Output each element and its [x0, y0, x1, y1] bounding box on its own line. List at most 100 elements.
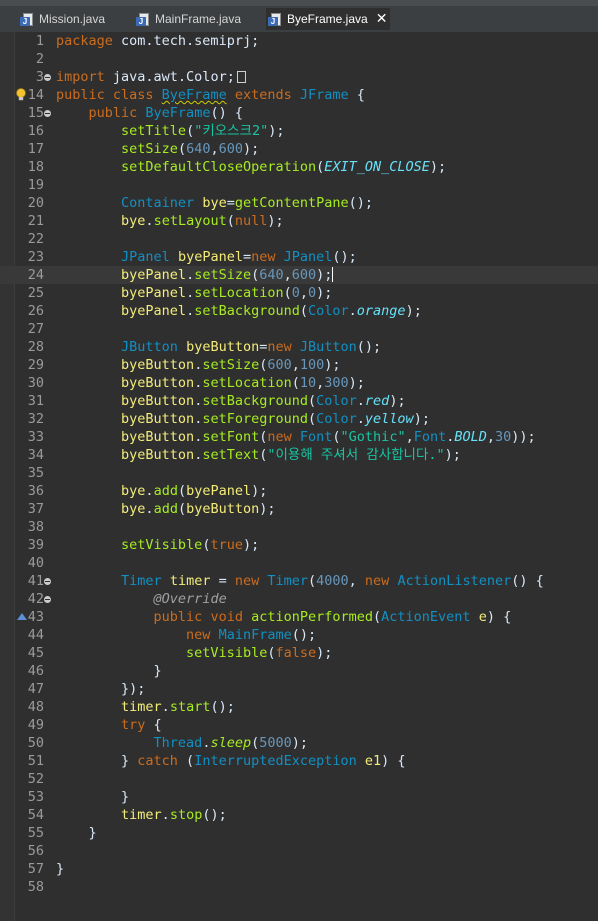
code-line[interactable]: 3 import java.awt.Color;	[0, 68, 598, 86]
line-number: 1	[35, 33, 44, 49]
fold-toggle-icon[interactable]	[44, 596, 51, 603]
code-line[interactable]: 52	[0, 770, 598, 788]
code-text: byeButton.setLocation(10,300);	[121, 375, 365, 391]
code-line[interactable]: 49 try {	[0, 716, 598, 734]
code-line[interactable]: 42 @Override	[0, 590, 598, 608]
line-number: 25	[27, 285, 44, 301]
line-number: 57	[27, 861, 44, 877]
code-line[interactable]: 36 bye.add(byePanel);	[0, 482, 598, 500]
code-line[interactable]: 31 byeButton.setBackground(Color.red);	[0, 392, 598, 410]
code-line[interactable]: 39 setVisible(true);	[0, 536, 598, 554]
fold-toggle-icon[interactable]	[44, 74, 51, 81]
code-line[interactable]: 55 }	[0, 824, 598, 842]
code-line[interactable]: 38	[0, 518, 598, 536]
code-line[interactable]: 34 byeButton.setText("이용해 주셔서 감사합니다.");	[0, 446, 598, 464]
code-line[interactable]: 30 byeButton.setLocation(10,300);	[0, 374, 598, 392]
code-text: setTitle("키오스크2");	[121, 123, 285, 139]
code-line[interactable]: 25 byePanel.setLocation(0,0);	[0, 284, 598, 302]
code-line[interactable]: 29 byeButton.setSize(600,100);	[0, 356, 598, 374]
code-text: import java.awt.Color;	[56, 68, 246, 86]
line-number: 47	[27, 681, 44, 697]
code-line[interactable]: 32 byeButton.setForeground(Color.yellow)…	[0, 410, 598, 428]
line-number: 18	[27, 159, 44, 175]
code-line[interactable]: 51 } catch (InterruptedException e1) {	[0, 752, 598, 770]
code-line[interactable]: 17 setSize(640,600);	[0, 140, 598, 158]
fold-toggle-icon[interactable]	[44, 110, 51, 117]
code-text: public void actionPerformed(ActionEvent …	[153, 609, 512, 625]
code-line[interactable]: 56	[0, 842, 598, 860]
code-text: setSize(640,600);	[121, 141, 260, 157]
code-text: byePanel.setLocation(0,0);	[121, 285, 333, 301]
code-line[interactable]: 45 setVisible(false);	[0, 644, 598, 662]
code-line[interactable]: 33 byeButton.setFont(new Font("Gothic",F…	[0, 428, 598, 446]
line-number: 50	[27, 735, 44, 751]
line-number: 31	[27, 393, 44, 409]
code-line[interactable]: 16 setTitle("키오스크2");	[0, 122, 598, 140]
code-line[interactable]: 26 byePanel.setBackground(Color.orange);	[0, 302, 598, 320]
code-line[interactable]: 53 }	[0, 788, 598, 806]
code-line[interactable]: 2	[0, 50, 598, 68]
code-text: byeButton.setFont(new Font("Gothic",Font…	[121, 429, 536, 445]
line-number: 21	[27, 213, 44, 229]
code-line[interactable]: 1 package com.tech.semiprj;	[0, 32, 598, 50]
code-line[interactable]: 27	[0, 320, 598, 338]
code-line[interactable]: 37 bye.add(byeButton);	[0, 500, 598, 518]
code-text: bye.setLayout(null);	[121, 213, 284, 229]
code-line[interactable]: 28 JButton byeButton=new JButton();	[0, 338, 598, 356]
line-number: 22	[27, 231, 44, 247]
editor-tab-bar: J Mission.java J MainFrame.java J ByeFra…	[0, 0, 598, 32]
code-text: }	[56, 789, 130, 805]
code-line[interactable]: 58	[0, 878, 598, 896]
code-line[interactable]: 15 public ByeFrame() {	[0, 104, 598, 122]
code-text: setVisible(true);	[121, 537, 260, 553]
code-line[interactable]: 40	[0, 554, 598, 572]
code-line[interactable]: 35	[0, 464, 598, 482]
close-tab-icon[interactable]: ✕	[376, 11, 388, 27]
code-line[interactable]: 21 bye.setLayout(null);	[0, 212, 598, 230]
code-editor[interactable]: 1 package com.tech.semiprj; 2 3 import java.…	[0, 32, 598, 921]
line-number: 53	[27, 789, 44, 805]
tab-byeframe-java[interactable]: J ByeFrame.java ✕	[266, 8, 390, 30]
line-number: 48	[27, 699, 44, 715]
code-line[interactable]: 47 });	[0, 680, 598, 698]
line-number: 52	[27, 771, 44, 787]
code-line[interactable]: 57}	[0, 860, 598, 878]
code-line[interactable]: 44 new MainFrame();	[0, 626, 598, 644]
code-text: timer.start();	[121, 699, 235, 715]
code-text: byePanel.setBackground(Color.orange);	[121, 303, 422, 319]
code-line[interactable]: 20 Container bye=getContentPane();	[0, 194, 598, 212]
tab-label: ByeFrame.java	[287, 12, 368, 26]
code-line[interactable]: 14 public class ByeFrame extends JFrame {	[0, 86, 598, 104]
line-number: 54	[27, 807, 44, 823]
code-text: byeButton.setSize(600,100);	[121, 357, 341, 373]
fold-toggle-icon[interactable]	[44, 578, 51, 585]
line-number: 45	[27, 645, 44, 661]
code-line[interactable]: 18 setDefaultCloseOperation(EXIT_ON_CLOS…	[0, 158, 598, 176]
code-line[interactable]: 24 byePanel.setSize(640,600);	[0, 266, 598, 284]
code-text: bye.add(byeButton);	[121, 501, 276, 517]
code-text: }	[56, 825, 97, 841]
code-line[interactable]: 48 timer.start();	[0, 698, 598, 716]
tab-mission-java[interactable]: J Mission.java	[20, 8, 140, 30]
code-line[interactable]: 19	[0, 176, 598, 194]
code-line[interactable]: 22	[0, 230, 598, 248]
tab-mainframe-java[interactable]: J MainFrame.java	[136, 8, 266, 30]
line-number: 36	[27, 483, 44, 499]
line-number: 29	[27, 357, 44, 373]
line-number: 28	[27, 339, 44, 355]
line-number: 23	[27, 249, 44, 265]
line-number: 15	[27, 105, 44, 121]
code-text: public class ByeFrame extends JFrame {	[56, 87, 365, 103]
code-line[interactable]: 43 public void actionPerformed(ActionEve…	[0, 608, 598, 626]
collapsed-imports-icon[interactable]	[236, 71, 246, 83]
code-line[interactable]: 54 timer.stop();	[0, 806, 598, 824]
code-line[interactable]: 50 Thread.sleep(5000);	[0, 734, 598, 752]
tab-bar-top-strip	[0, 0, 598, 6]
code-line[interactable]: 23 JPanel byePanel=new JPanel();	[0, 248, 598, 266]
java-file-icon: J	[268, 12, 282, 26]
code-text: JButton byeButton=new JButton();	[121, 339, 382, 355]
code-text: @Override	[153, 591, 227, 607]
code-line[interactable]: 41 Timer timer = new Timer(4000, new Act…	[0, 572, 598, 590]
line-number: 49	[27, 717, 44, 733]
code-line[interactable]: 46 }	[0, 662, 598, 680]
